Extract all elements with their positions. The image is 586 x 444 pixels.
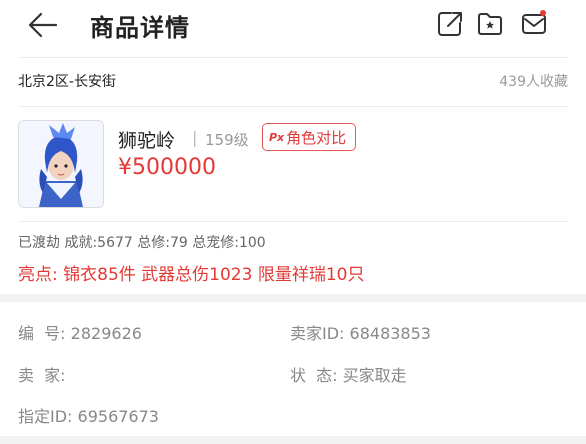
character-portrait [19,121,103,207]
seller-id-label: 卖家ID: [290,324,345,343]
seller-label: 卖 家: [18,366,66,385]
highlights-value: 锦衣85件 武器总伤1023 限量祥瑞10只 [63,265,365,285]
divider [18,221,568,222]
stats-line: 已渡劫 成就:5677 总修:79 总宠修:100 [18,235,266,251]
favorites-count: 439人收藏 [499,74,568,90]
price: ¥500000 [118,155,216,180]
back-arrow-icon [28,12,58,38]
status-value: 买家取走 [342,366,407,385]
designated-id: 指定ID: 69567673 [18,403,159,427]
section-divider [0,436,586,444]
seller: 卖 家: [18,362,66,386]
listing-id: 编 号: 2829626 [18,320,142,344]
listing-id-label: 编 号: [18,324,66,343]
character-name: 狮驼岭 [118,130,176,152]
seller-id: 卖家ID: 68483853 [290,320,431,344]
character-compare-button[interactable]: Px 角色对比 [262,123,357,151]
notification-dot [540,10,546,16]
seller-id-value: 68483853 [349,324,431,343]
highlights: 亮点: 锦衣85件 武器总伤1023 限量祥瑞10只 [18,260,364,285]
status: 状 态: 买家取走 [290,362,407,386]
pk-icon: Px [269,130,285,144]
header-bar: 商品详情 [0,0,586,54]
divider [18,106,568,107]
section-divider [0,294,586,302]
character-avatar[interactable] [18,120,104,208]
server-name: 北京2区-长安街 [18,74,116,90]
message-button[interactable] [520,8,548,38]
share-button[interactable] [436,8,464,38]
level-separator: | [192,128,198,147]
listing-id-value: 2829626 [70,324,142,343]
highlights-label: 亮点: [18,265,58,285]
share-icon [438,12,462,36]
status-label: 状 态: [290,366,338,385]
divider [18,57,568,58]
compare-label: 角色对比 [286,128,347,147]
designated-id-value: 69567673 [77,407,159,426]
character-level: 159级 [205,131,249,149]
designated-id-label: 指定ID: [18,407,73,426]
page-title: 商品详情 [90,14,190,42]
bookmark-button[interactable] [476,8,504,38]
bookmark-icon [478,13,502,35]
back-button[interactable] [26,6,60,44]
